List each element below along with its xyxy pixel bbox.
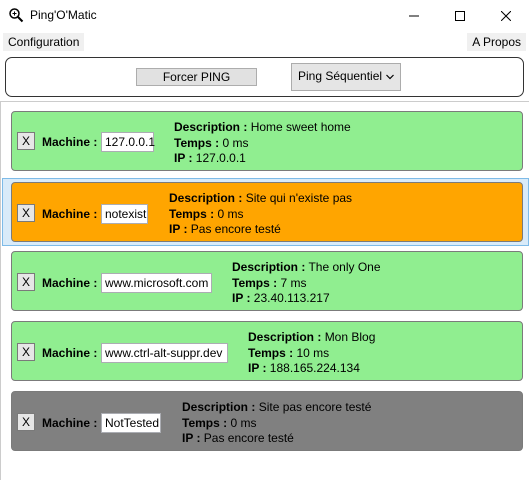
machine-info: Description : Site qui n'existe pas Temp… <box>169 191 352 238</box>
ip-label: IP : <box>248 361 267 375</box>
machine-info: Description : Mon Blog Temps : 10 ms IP … <box>248 330 375 377</box>
chevron-down-icon <box>386 74 394 80</box>
title-bar: Ping'O'Matic <box>0 0 529 31</box>
description-value: Home sweet home <box>250 120 351 134</box>
app-magnifier-icon <box>9 8 24 23</box>
description-label: Description : <box>232 260 306 274</box>
ip-label: IP : <box>182 431 201 445</box>
machine-host-input[interactable]: NotTested <box>101 413 161 433</box>
remove-machine-button[interactable]: X <box>17 204 35 222</box>
toolbar-panel: Forcer PING Ping Séquentiel <box>5 57 524 97</box>
machine-card: X Machine : www.microsoft.com Descriptio… <box>11 251 523 311</box>
description-value: Site pas encore testé <box>258 400 372 414</box>
machine-card: X Machine : 127.0.0.1 Description : Home… <box>11 111 523 171</box>
temps-label: Temps : <box>174 135 220 150</box>
remove-machine-button[interactable]: X <box>17 132 35 150</box>
description-label: Description : <box>182 400 256 414</box>
machine-info: Description : The only One Temps : 7 ms … <box>232 260 381 307</box>
minimize-icon <box>409 15 419 16</box>
machine-host-input[interactable]: 127.0.0.1 <box>101 132 155 152</box>
ip-value: 188.165.224.134 <box>269 361 360 375</box>
menu-configuration[interactable]: Configuration <box>3 33 85 51</box>
description-label: Description : <box>248 330 322 344</box>
ip-value: Pas encore testé <box>190 222 281 236</box>
temps-value: 10 ms <box>296 345 330 360</box>
machine-label: Machine : <box>42 346 98 360</box>
machine-label: Machine : <box>42 207 98 221</box>
temps-value: 0 ms <box>222 135 249 150</box>
temps-label: Temps : <box>232 275 278 290</box>
force-ping-button[interactable]: Forcer PING <box>136 68 257 86</box>
menu-bar: Configuration A Propos <box>0 31 529 53</box>
ping-mode-value: Ping Séquentiel <box>298 69 383 83</box>
machine-card: X Machine : NotTested Description : Site… <box>11 391 523 451</box>
machine-label: Machine : <box>42 416 98 430</box>
description-label: Description : <box>174 120 248 134</box>
machine-host-input[interactable]: notexist <box>101 204 148 224</box>
machine-card: X Machine : notexist Description : Site … <box>11 182 523 242</box>
ip-value: 127.0.0.1 <box>195 151 246 165</box>
description-value: Mon Blog <box>324 330 376 344</box>
remove-machine-button[interactable]: X <box>17 273 35 291</box>
menu-about[interactable]: A Propos <box>467 33 526 51</box>
temps-label: Temps : <box>169 206 215 221</box>
ip-value: 23.40.113.217 <box>253 291 330 305</box>
maximize-icon <box>455 10 465 21</box>
machine-info: Description : Site pas encore testé Temp… <box>182 400 371 447</box>
ip-label: IP : <box>174 151 193 165</box>
machine-label: Machine : <box>42 135 98 149</box>
remove-machine-button[interactable]: X <box>17 413 35 431</box>
description-value: Site qui n'existe pas <box>245 191 353 205</box>
close-button[interactable] <box>483 0 529 31</box>
window-title: Ping'O'Matic <box>30 8 97 22</box>
temps-value: 0 ms <box>230 415 257 430</box>
remove-machine-button[interactable]: X <box>17 343 35 361</box>
temps-value: 0 ms <box>217 206 244 221</box>
machine-list: X Machine : 127.0.0.1 Description : Home… <box>0 101 529 480</box>
ip-value: Pas encore testé <box>203 431 294 445</box>
maximize-button[interactable] <box>437 0 483 31</box>
ip-label: IP : <box>232 291 251 305</box>
machine-host-input[interactable]: www.microsoft.com <box>101 273 212 293</box>
temps-value: 7 ms <box>280 275 307 290</box>
description-label: Description : <box>169 191 243 205</box>
ping-mode-select[interactable]: Ping Séquentiel <box>291 63 401 91</box>
machine-label: Machine : <box>42 276 98 290</box>
description-value: The only One <box>308 260 381 274</box>
ip-label: IP : <box>169 222 188 236</box>
machine-info: Description : Home sweet home Temps : 0 … <box>174 120 351 167</box>
machine-host-input[interactable]: www.ctrl-alt-suppr.dev <box>101 343 228 363</box>
temps-label: Temps : <box>182 415 228 430</box>
close-icon <box>501 10 511 21</box>
machine-card: X Machine : www.ctrl-alt-suppr.dev Descr… <box>11 321 523 381</box>
temps-label: Temps : <box>248 345 294 360</box>
minimize-button[interactable] <box>391 0 437 31</box>
